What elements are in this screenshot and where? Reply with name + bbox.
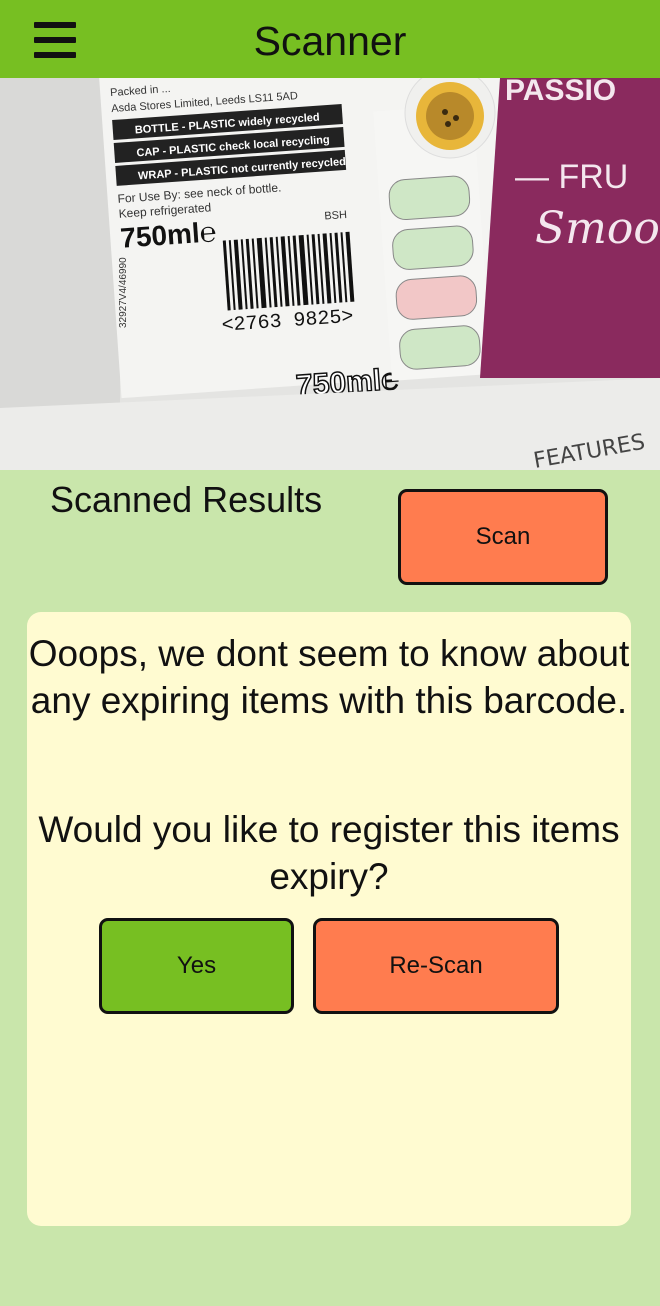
scan-button[interactable]: Scan [398, 489, 608, 585]
scanned-results-title: Scanned Results [50, 479, 323, 520]
page-title: Scanner [253, 18, 407, 64]
side-code: 32927V4/46990 [118, 257, 129, 328]
camera-image: Packed in ... Asda Stores Limited, Leeds… [0, 78, 660, 470]
fruit-text: — FRU [515, 158, 628, 196]
rescan-button[interactable]: Re-Scan [313, 918, 559, 1014]
smoothie-text: Smoo [535, 203, 660, 254]
bsh-label: BSH [324, 209, 347, 223]
yes-button[interactable]: Yes [99, 918, 294, 1014]
not-found-message: Ooops, we dont seem to know about any ex… [28, 633, 630, 721]
camera-preview[interactable]: Packed in ... Asda Stores Limited, Leeds… [0, 78, 660, 470]
brand-text: PASSIO [505, 78, 616, 107]
app-bar: Scanner [0, 0, 660, 78]
register-question: Would you like to register this items ex… [38, 809, 620, 897]
result-card: Ooops, we dont seem to know about any ex… [27, 612, 631, 1226]
